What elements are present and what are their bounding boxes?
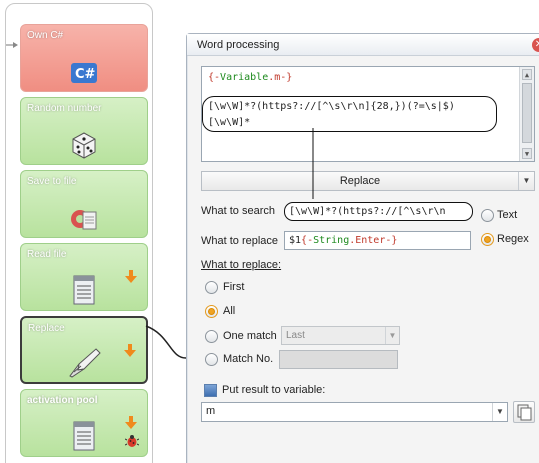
mode-regex-label: Regex	[497, 233, 529, 245]
word-processing-dialog: Word processing ✕ {-Variable.m-} [\w\W]*…	[186, 33, 539, 463]
option-one-match-radio[interactable]	[205, 330, 218, 343]
block-random-number[interactable]: Random number	[20, 97, 148, 165]
result-variable-value: m	[206, 405, 216, 417]
chevron-down-icon[interactable]: ▼	[492, 403, 507, 421]
editor-scrollbar[interactable]: ▲ ▼	[519, 67, 534, 161]
scroll-thumb[interactable]	[522, 83, 532, 143]
match-number-input	[279, 350, 398, 369]
input-text-editor[interactable]: {-Variable.m-} [\w\W]*?(https?://[^\s\r\…	[201, 66, 535, 162]
document-icon	[73, 421, 95, 451]
block-title: Random number	[27, 103, 102, 114]
replace-label: What to replace	[201, 235, 279, 247]
put-result-label: Put result to variable:	[222, 384, 326, 396]
csharp-icon: C#	[71, 63, 97, 83]
option-first-radio[interactable]	[205, 281, 218, 294]
close-button[interactable]: ✕	[532, 38, 539, 52]
mode-text-radio[interactable]	[481, 209, 494, 222]
arrow-down-icon	[124, 344, 136, 357]
replace-input[interactable]: $1{-String.Enter-}	[284, 231, 471, 250]
block-read-file[interactable]: Read file	[20, 243, 148, 311]
incoming-link-icon	[6, 42, 18, 48]
action-select[interactable]: Replace ▼	[201, 171, 535, 191]
option-match-no-radio[interactable]	[205, 353, 218, 366]
block-save-to-file[interactable]: Save to file	[20, 170, 148, 238]
dialog-titlebar: Word processing	[187, 34, 539, 56]
block-replace[interactable]: Replace	[20, 316, 148, 384]
result-variable-select[interactable]: m ▼	[201, 402, 508, 422]
block-own-csharp[interactable]: Own C# C#	[20, 24, 148, 92]
action-select-value: Replace	[339, 175, 381, 187]
chevron-down-icon[interactable]: ▼	[518, 172, 534, 190]
block-title: activation pool	[27, 395, 98, 406]
search-input[interactable]: [\w\W]*?(https?://[^\s\r\n	[284, 202, 473, 221]
option-match-no-label: Match No.	[223, 353, 274, 365]
put-result-checkbox[interactable]	[204, 384, 217, 397]
editor-line-1: {-Variable.m-}	[208, 72, 293, 83]
what-to-replace-heading: What to replace:	[201, 259, 282, 271]
document-icon	[73, 275, 95, 305]
dialog-title: Word processing	[197, 39, 280, 51]
block-title: Read file	[27, 249, 67, 260]
one-match-select: Last ▼	[281, 326, 400, 345]
chevron-down-icon: ▼	[385, 327, 399, 344]
dice-icon	[72, 132, 96, 159]
option-all-label: All	[223, 305, 236, 317]
block-activation-pool[interactable]: activation pool	[20, 389, 148, 457]
pen-nib-icon	[69, 348, 101, 378]
search-label: What to search	[201, 205, 275, 217]
arrow-down-icon	[125, 416, 137, 429]
highlight-annotation	[202, 96, 497, 132]
block-title: Replace	[28, 323, 65, 334]
option-all-radio[interactable]	[205, 305, 218, 318]
copy-icon	[517, 404, 532, 421]
copy-button[interactable]	[513, 401, 535, 423]
block-title: Own C#	[27, 30, 64, 41]
arrow-down-icon	[125, 270, 137, 283]
save-file-icon	[71, 210, 97, 230]
block-title: Save to file	[27, 176, 77, 187]
bug-icon	[125, 435, 139, 447]
svg-text:C#: C#	[75, 67, 96, 82]
option-one-match-label: One match	[223, 330, 277, 342]
scroll-up-icon[interactable]: ▲	[522, 69, 532, 80]
flow-panel: Own C# C# Random number Save to file Rea…	[5, 3, 153, 463]
scroll-down-icon[interactable]: ▼	[522, 148, 532, 159]
option-first-label: First	[223, 281, 245, 293]
mode-text-label: Text	[497, 209, 518, 221]
mode-regex-radio[interactable]	[481, 233, 494, 246]
